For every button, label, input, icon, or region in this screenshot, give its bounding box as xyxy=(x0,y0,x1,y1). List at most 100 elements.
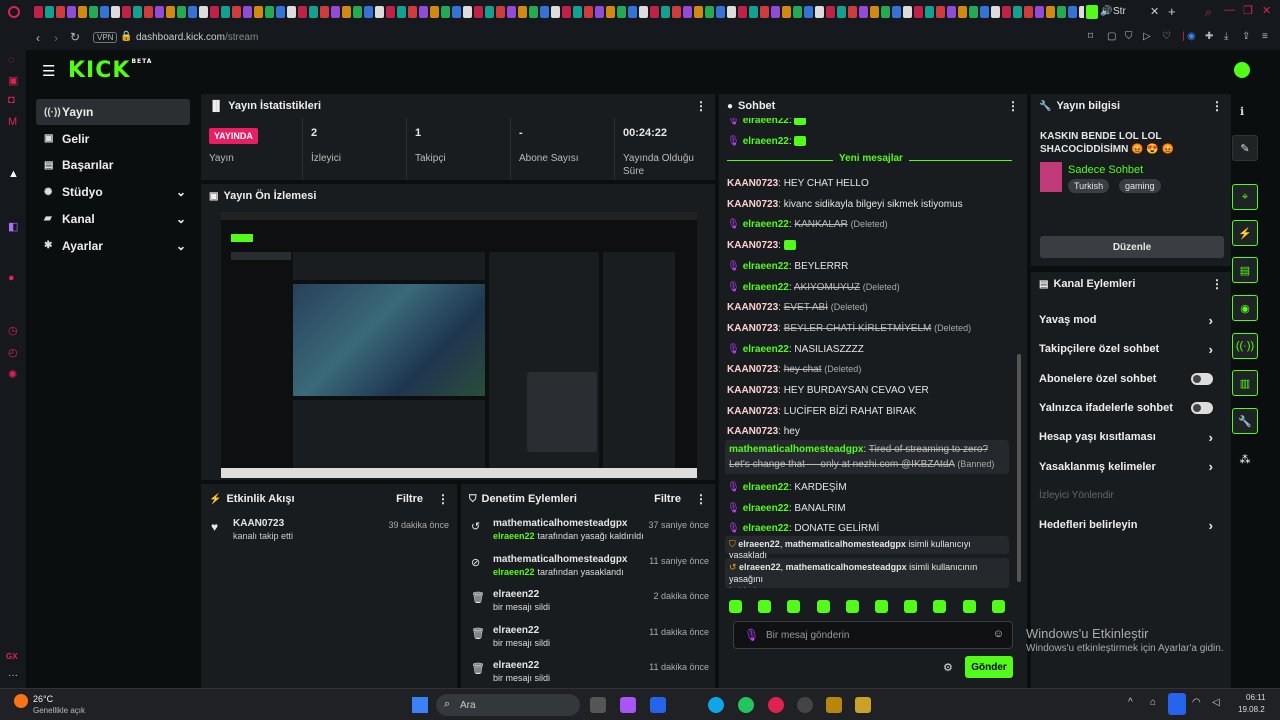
gx-label[interactable]: GX xyxy=(6,652,18,661)
tab-favicon[interactable] xyxy=(287,6,296,18)
chat-username[interactable]: KAAN0723 xyxy=(727,199,778,210)
chat-username[interactable]: elraeen22 xyxy=(743,482,789,493)
activity-user[interactable]: KAAN0723 xyxy=(233,518,284,529)
task-view-icon[interactable] xyxy=(590,697,606,713)
minimize-icon[interactable]: — xyxy=(1224,4,1235,16)
edit-button[interactable]: Düzenle xyxy=(1040,236,1224,258)
more-icon[interactable]: ··· xyxy=(8,670,18,681)
forward-icon[interactable]: › xyxy=(54,31,58,45)
pencil-icon[interactable]: ✎ xyxy=(1232,135,1258,161)
chat-icon[interactable]: ◉ xyxy=(1232,295,1258,321)
info-more-icon[interactable]: ⋮ xyxy=(1211,99,1223,113)
tab-favicon[interactable] xyxy=(749,6,758,18)
tab-favicon[interactable] xyxy=(441,6,450,18)
channel-action-2[interactable]: Abonelere özel sohbet xyxy=(1031,365,1221,393)
sidebar-item-4[interactable]: ▰ Kanal ⌄ xyxy=(36,206,190,232)
emote-button[interactable] xyxy=(962,600,976,613)
tab-favicon[interactable] xyxy=(782,6,791,18)
chat-message[interactable]: KAAN0723: xyxy=(727,239,796,252)
nodes-icon[interactable]: ⁂ xyxy=(1232,446,1258,472)
chat-username[interactable]: elraeen22 xyxy=(743,344,789,355)
new-tab-icon[interactable]: + xyxy=(1168,4,1176,19)
tab-favicon[interactable] xyxy=(727,6,736,18)
tab-favicon[interactable] xyxy=(89,6,98,18)
extension-icon[interactable]: ◉ xyxy=(1187,31,1196,42)
edge-icon[interactable] xyxy=(708,697,724,713)
channel-more-icon[interactable]: ⋮ xyxy=(1211,277,1223,291)
tab-favicon[interactable] xyxy=(793,6,802,18)
kick-tab-favicon[interactable] xyxy=(1086,5,1098,19)
back-icon[interactable]: ‹ xyxy=(36,31,40,45)
bag-icon[interactable]: ▣ xyxy=(8,74,18,87)
tab-favicon[interactable] xyxy=(584,6,593,18)
weather-icon[interactable] xyxy=(14,694,28,708)
tag-turkish[interactable]: Turkish xyxy=(1068,179,1110,193)
crosshair-icon[interactable]: ⌖ xyxy=(1232,184,1258,210)
chat-message[interactable]: 🎙 elraeen22: DONATE GELİRMİ xyxy=(727,522,879,535)
document-icon[interactable]: ▤ xyxy=(1232,257,1258,283)
close-tab-icon[interactable]: ✕ xyxy=(1150,5,1159,18)
tab-favicon[interactable] xyxy=(265,6,274,18)
tab-favicon[interactable] xyxy=(947,6,956,18)
category-link[interactable]: Sadece Sohbet xyxy=(1068,164,1143,176)
chat-scrollbar[interactable] xyxy=(1017,354,1021,582)
chat-messages[interactable]: 🎙 elraeen22: 🎙 elraeen22: Yeni mesajlar KAA… xyxy=(719,118,1027,588)
messenger-icon[interactable]: ◌ xyxy=(8,54,15,66)
channel-action-5[interactable]: Yasaklanmış kelimeler › xyxy=(1031,453,1221,481)
chat-username[interactable]: elraeen22 xyxy=(743,282,789,293)
tab-favicon[interactable] xyxy=(628,6,637,18)
tab-favicon[interactable] xyxy=(892,6,901,18)
tab-favicon[interactable] xyxy=(45,6,54,18)
tab-favicon[interactable] xyxy=(1024,6,1033,18)
banned-message[interactable]: mathematicalhomesteadgpx: Tired of strea… xyxy=(725,440,1009,474)
chat-message[interactable]: KAAN0723: hey chat (Deleted) xyxy=(727,363,861,376)
activity-more-icon[interactable]: ⋮ xyxy=(437,492,449,506)
tray-chevron-icon[interactable]: ^ xyxy=(1128,697,1133,708)
channel-action-1[interactable]: Takipçilere özel sohbet › xyxy=(1031,335,1221,363)
tab-favicon[interactable] xyxy=(496,6,505,18)
tab-favicon[interactable] xyxy=(650,6,659,18)
tab-favicon[interactable] xyxy=(969,6,978,18)
chat-input[interactable]: 🎙 Bir mesaj gönderin ☺ xyxy=(733,621,1013,649)
tab-favicon[interactable] xyxy=(991,6,1000,18)
chat-message[interactable]: 🎙 elraeen22: KANKALAR (Deleted) xyxy=(727,218,888,231)
shield-icon[interactable]: ⛉ xyxy=(1125,31,1133,42)
snapshot-icon[interactable]: ▢ xyxy=(1107,31,1116,42)
chat-username[interactable]: elraeen22 xyxy=(743,219,789,230)
taskbar-search[interactable]: ⌕ Ara xyxy=(436,694,580,716)
clock-time[interactable]: 06:11 xyxy=(1246,693,1265,702)
tab-favicon[interactable] xyxy=(639,6,648,18)
history-icon[interactable]: ◷ xyxy=(8,324,18,337)
twitch-icon[interactable]: ◧ xyxy=(8,220,18,233)
chat-message[interactable]: KAAN0723: HEY CHAT HELLO xyxy=(727,177,869,190)
start-icon[interactable] xyxy=(412,697,428,713)
search-icon[interactable]: ⌕ xyxy=(1205,5,1212,20)
tab-favicon[interactable] xyxy=(452,6,461,18)
tab-favicon[interactable] xyxy=(1057,6,1066,18)
tab-favicon[interactable] xyxy=(331,6,340,18)
moderation-user[interactable]: elraeen22 xyxy=(493,589,539,600)
moderation-user[interactable]: mathematicalhomesteadgpx xyxy=(493,554,628,565)
chat-username[interactable]: KAAN0723 xyxy=(727,364,778,375)
tab-favicon[interactable] xyxy=(1035,6,1044,18)
tab-favicon[interactable] xyxy=(661,6,670,18)
tab-favicon[interactable] xyxy=(1013,6,1022,18)
tab-favicon[interactable] xyxy=(397,6,406,18)
tab-favicon[interactable] xyxy=(980,6,989,18)
url-field[interactable]: dashboard.kick.com/stream xyxy=(136,32,258,43)
tab-favicon[interactable] xyxy=(716,6,725,18)
toggle-switch[interactable] xyxy=(1191,372,1213,385)
chat-username[interactable]: KAAN0723 xyxy=(727,385,778,396)
wifi-icon[interactable]: ◠ xyxy=(1192,697,1201,708)
tab-favicon[interactable] xyxy=(738,6,747,18)
tab-favicon[interactable] xyxy=(815,6,824,18)
tab-favicon[interactable] xyxy=(463,6,472,18)
info-circle-icon[interactable]: ℹ xyxy=(1240,105,1244,118)
channel-action-7[interactable]: Hedefleri belirleyin › xyxy=(1031,511,1221,539)
emote-button[interactable] xyxy=(991,600,1005,613)
chat-username[interactable]: elraeen22 xyxy=(743,261,789,272)
tab-favicon[interactable] xyxy=(672,6,681,18)
tab-favicon[interactable] xyxy=(804,6,813,18)
emote-button[interactable] xyxy=(875,600,888,613)
play-icon[interactable]: ▷ xyxy=(1143,31,1151,42)
